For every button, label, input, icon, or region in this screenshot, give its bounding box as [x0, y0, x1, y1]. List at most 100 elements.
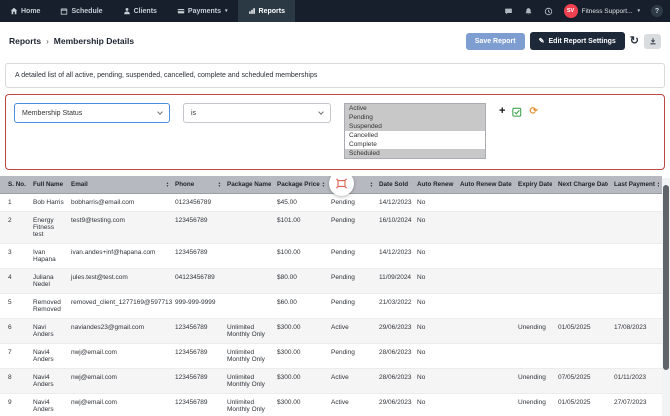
- table-row: 9 Navi4 Anders nwj@email.com 123456789 Unlim…: [0, 393, 662, 414]
- table-cell: 01/05/2025: [555, 393, 611, 414]
- table-cell: [555, 268, 611, 294]
- table-cell: [555, 343, 611, 369]
- nav-item-home[interactable]: Home: [0, 0, 50, 22]
- table-cell: 123456789: [172, 318, 224, 344]
- table-cell: 07/05/2025: [555, 368, 611, 394]
- table-cell: [555, 293, 611, 319]
- column-header-label: Package Name: [227, 181, 271, 188]
- status-option[interactable]: Active: [345, 104, 485, 113]
- table-cell: 29/06/2023: [376, 318, 414, 344]
- user-name: Fitness Support...: [581, 7, 633, 15]
- table-cell: [515, 243, 555, 269]
- nav-item-reports[interactable]: Reports: [237, 0, 295, 22]
- status-option[interactable]: Complete: [345, 140, 485, 149]
- column-header-label: Full Name: [33, 181, 64, 188]
- table-cell: Navi4 Anders: [30, 393, 68, 414]
- transform-cursor-icon: [336, 178, 347, 189]
- table-cell: $300.00: [274, 393, 328, 414]
- table-body: 1 Bob Harris bobharris@email.com 0123456789…: [0, 193, 662, 414]
- column-header[interactable]: Auto Renew Date▲▼: [457, 176, 515, 194]
- history-clock-icon[interactable]: [544, 7, 553, 16]
- table-cell: [611, 193, 662, 212]
- nav-item-label: Clients: [133, 7, 157, 15]
- nav-item-label: Schedule: [71, 7, 103, 15]
- table-row: 6 Navi Anders naviandes23@gmail.com 1234567…: [0, 318, 662, 344]
- reset-filter-icon[interactable]: ⟳: [529, 106, 537, 117]
- nav-item-label: Home: [21, 7, 41, 15]
- table-cell: [515, 211, 555, 244]
- filter-operator-select[interactable]: is: [183, 103, 331, 123]
- table-cell: No: [414, 343, 457, 369]
- breadcrumb-parent[interactable]: Reports: [9, 36, 41, 46]
- table-cell: Pending: [328, 211, 376, 244]
- filter-field-select[interactable]: Membership Status: [14, 103, 170, 123]
- table-cell: [515, 293, 555, 319]
- status-option[interactable]: Scheduled: [345, 149, 485, 158]
- refresh-icon[interactable]: ↻: [630, 35, 639, 47]
- column-header-label: Auto Renew: [417, 181, 454, 188]
- status-option[interactable]: Pending: [345, 113, 485, 122]
- column-header[interactable]: Next Charge Date▲▼: [555, 176, 611, 194]
- status-option[interactable]: Suspended: [345, 122, 485, 131]
- column-header[interactable]: Expiry Date▲▼: [515, 176, 555, 194]
- apply-check-icon[interactable]: [512, 107, 522, 117]
- table-cell: [555, 211, 611, 244]
- vertical-scrollbar[interactable]: [662, 178, 670, 416]
- user-menu[interactable]: SV Fitness Support... ▾: [563, 4, 640, 18]
- table-cell: Unending: [515, 368, 555, 394]
- table-cell: No: [414, 243, 457, 269]
- table-cell: $300.00: [274, 368, 328, 394]
- table-cell: [555, 193, 611, 212]
- table-cell: Bob Harris: [30, 193, 68, 212]
- status-option[interactable]: Cancelled: [345, 131, 485, 140]
- save-report-button[interactable]: Save Report: [465, 32, 525, 50]
- sort-icon: ▲▼: [657, 181, 659, 188]
- table-cell: $100.00: [274, 243, 328, 269]
- table-cell: Navi4 Anders: [30, 343, 68, 369]
- scrollbar-thumb[interactable]: [663, 185, 669, 370]
- add-filter-icon[interactable]: +: [499, 106, 505, 117]
- column-header[interactable]: Last Payment▲▼: [611, 176, 662, 194]
- table-cell: 8: [0, 368, 30, 394]
- edit-report-settings-button[interactable]: ✎ Edit Report Settings: [529, 32, 625, 50]
- nav-item-clients[interactable]: Clients: [113, 0, 167, 22]
- page-title: Membership Details: [53, 36, 135, 46]
- table-cell: test9@testing.com: [68, 211, 172, 244]
- nav-item-payments[interactable]: Payments ▾: [167, 0, 238, 22]
- table-cell: No: [414, 393, 457, 414]
- status-multiselect[interactable]: Active Pending Suspended Cancelled Complete S…: [344, 103, 486, 159]
- table-cell: Pending: [328, 243, 376, 269]
- table-cell: 2: [0, 211, 30, 244]
- chevron-down-icon: [157, 109, 163, 115]
- sort-icon: ▲▼: [165, 181, 169, 188]
- table-cell: [224, 211, 274, 244]
- sort-icon: ▲▼: [369, 181, 373, 188]
- column-header[interactable]: Phone ▲ ▼: [172, 176, 224, 194]
- table-cell: Navi4 Anders: [30, 368, 68, 394]
- table-cell: 4: [0, 268, 30, 294]
- column-header[interactable]: Package Name▲▼: [224, 176, 274, 194]
- sort-icon: ▲▼: [410, 181, 411, 188]
- table-cell: [457, 243, 515, 269]
- column-header[interactable]: Package Price ▲ ▼: [274, 176, 328, 194]
- column-header[interactable]: Auto Renew▲▼: [414, 176, 457, 194]
- column-header[interactable]: S. No.▲▼: [0, 176, 30, 194]
- table-cell: Navi Anders: [30, 318, 68, 344]
- column-header[interactable]: Full Name▲▼: [30, 176, 68, 194]
- table-cell: [611, 268, 662, 294]
- column-header[interactable]: Date Sold▲▼: [376, 176, 414, 194]
- column-header[interactable]: Email ▲ ▼: [68, 176, 172, 194]
- table-cell: ivan.andes+inf@hapana.com: [68, 243, 172, 269]
- nav-item-schedule[interactable]: Schedule: [50, 0, 112, 22]
- table-cell: No: [414, 193, 457, 212]
- column-header-label: Email: [71, 181, 88, 188]
- help-icon[interactable]: ?: [651, 5, 663, 17]
- download-button[interactable]: [644, 33, 661, 49]
- bell-icon[interactable]: [524, 7, 533, 16]
- chat-icon[interactable]: [504, 7, 513, 16]
- home-icon: [10, 7, 18, 15]
- table-row: 4 Juliana Nedel jules.test@test.com 0412345…: [0, 268, 662, 294]
- table-row: 1 Bob Harris bobharris@email.com 0123456789…: [0, 193, 662, 212]
- table-cell: [457, 393, 515, 414]
- table-cell: [611, 293, 662, 319]
